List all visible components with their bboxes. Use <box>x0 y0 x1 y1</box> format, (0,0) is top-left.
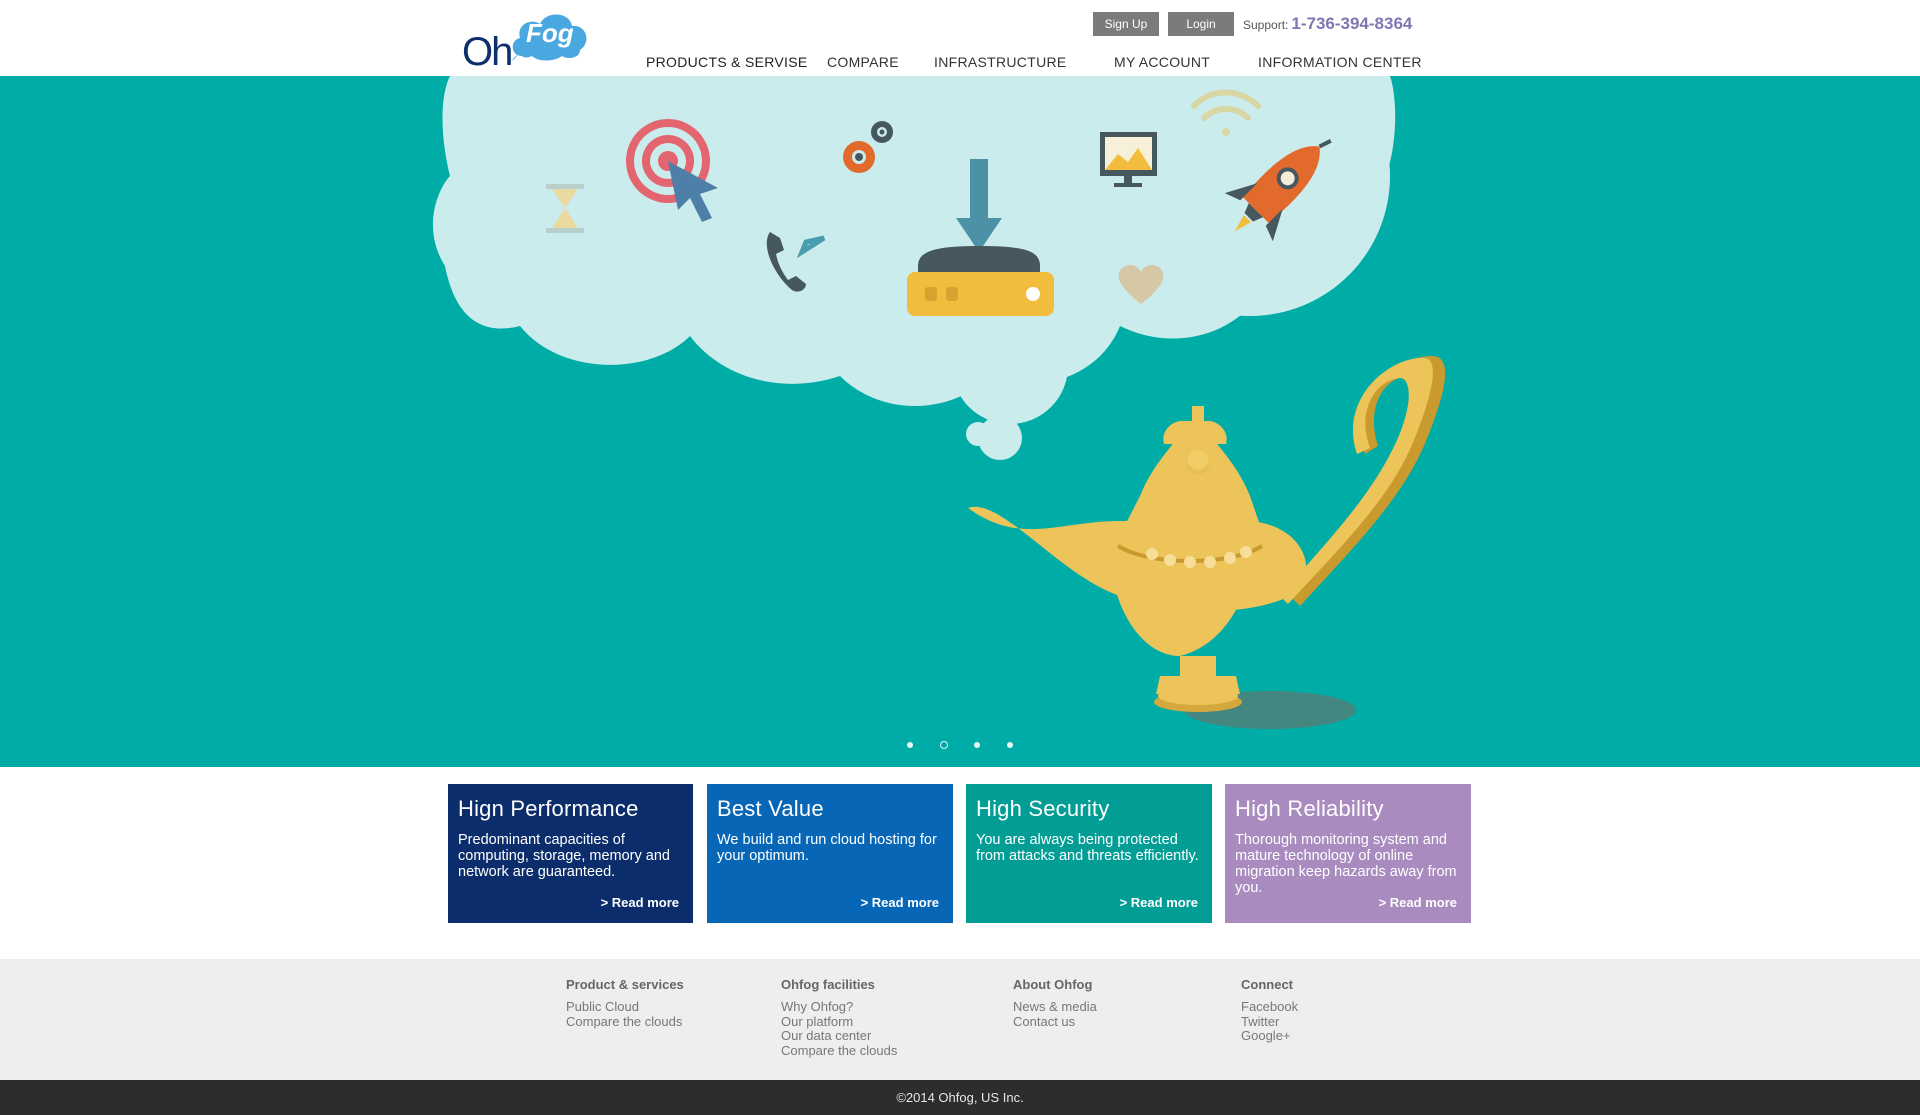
footer-heading: Product & services <box>566 977 684 992</box>
nav-my-account[interactable]: MY ACCOUNT <box>1114 54 1210 70</box>
feature-card-security[interactable]: High Security You are always being prote… <box>966 784 1212 923</box>
nav-compare[interactable]: COMPARE <box>827 54 899 70</box>
support-info: Support: 1-736-394-8364 <box>1243 14 1412 34</box>
carousel-dots <box>0 739 1920 751</box>
footer-heading: Ohfog facilities <box>781 977 875 992</box>
read-more-link[interactable]: > Read more <box>861 895 939 910</box>
footer-link-google-plus[interactable]: Google+ <box>1241 1028 1298 1044</box>
support-label: Support: <box>1243 18 1289 32</box>
footer-column-about: About Ohfog News & media Contact us <box>1013 977 1097 1029</box>
nav-information-center[interactable]: INFORMATION CENTER <box>1258 54 1422 70</box>
carousel-dot-1[interactable] <box>907 742 913 748</box>
copyright-text: ©2014 Ohfog, US Inc. <box>896 1090 1024 1105</box>
footer-link-data-center[interactable]: Our data center <box>781 1028 897 1044</box>
read-more-link[interactable]: > Read more <box>1120 895 1198 910</box>
main-nav: PRODUCTS & SERVISE COMPARE INFRASTRUCTUR… <box>0 54 1920 72</box>
signup-button[interactable]: Sign Up <box>1093 12 1159 36</box>
footer-link-contact-us[interactable]: Contact us <box>1013 1014 1097 1030</box>
footer-heading: Connect <box>1241 977 1293 992</box>
feature-text: We build and run cloud hosting for your … <box>717 832 937 864</box>
footer-column-facilities: Ohfog facilities Why Ohfog? Our platform… <box>781 977 897 1058</box>
hero-banner <box>0 76 1920 767</box>
nav-products-services[interactable]: PRODUCTS & SERVISE <box>646 54 808 70</box>
feature-card-value[interactable]: Best Value We build and run cloud hostin… <box>707 784 953 923</box>
footer-heading: About Ohfog <box>1013 977 1093 992</box>
carousel-dot-2[interactable] <box>940 741 948 749</box>
site-footer: Product & services Public Cloud Compare … <box>0 959 1920 1080</box>
footer-link-our-platform[interactable]: Our platform <box>781 1014 897 1030</box>
logo-text-fog: Fog <box>526 18 574 48</box>
footer-link-news-media[interactable]: News & media <box>1013 999 1097 1015</box>
carousel-dot-4[interactable] <box>1007 742 1013 748</box>
carousel-dot-3[interactable] <box>974 742 980 748</box>
login-button[interactable]: Login <box>1168 12 1234 36</box>
feature-title: High Security <box>976 796 1110 821</box>
read-more-link[interactable]: > Read more <box>1379 895 1457 910</box>
feature-text: Thorough monitoring system and mature te… <box>1235 832 1457 896</box>
footer-link-compare-clouds[interactable]: Compare the clouds <box>566 1014 684 1030</box>
feature-card-performance[interactable]: Hign Performance Predominant capacities … <box>448 784 693 923</box>
footer-link-why-ohfog[interactable]: Why Ohfog? <box>781 999 897 1015</box>
footer-column-products: Product & services Public Cloud Compare … <box>566 977 684 1029</box>
feature-text: Predominant capacities of computing, sto… <box>458 832 670 880</box>
nav-infrastructure[interactable]: INFRASTRUCTURE <box>934 54 1067 70</box>
support-phone[interactable]: 1-736-394-8364 <box>1291 14 1412 33</box>
footer-link-facebook[interactable]: Facebook <box>1241 999 1298 1015</box>
footer-link-twitter[interactable]: Twitter <box>1241 1014 1298 1030</box>
footer-link-public-cloud[interactable]: Public Cloud <box>566 999 684 1015</box>
feature-title: Best Value <box>717 796 824 821</box>
feature-card-reliability[interactable]: High Reliability Thorough monitoring sys… <box>1225 784 1471 923</box>
site-header: Oh Fog Sign Up Login Support: 1-736-394-8… <box>0 0 1920 76</box>
thought-cloud <box>432 76 1396 460</box>
read-more-link[interactable]: > Read more <box>601 895 679 910</box>
feature-title: High Reliability <box>1235 796 1384 821</box>
copyright-bar: ©2014 Ohfog, US Inc. <box>0 1080 1920 1115</box>
hero-illustration <box>432 76 1446 729</box>
footer-column-connect: Connect Facebook Twitter Google+ <box>1241 977 1298 1044</box>
footer-link-compare-clouds[interactable]: Compare the clouds <box>781 1043 897 1059</box>
feature-title: Hign Performance <box>458 796 639 821</box>
feature-text: You are always being protected from atta… <box>976 832 1199 864</box>
